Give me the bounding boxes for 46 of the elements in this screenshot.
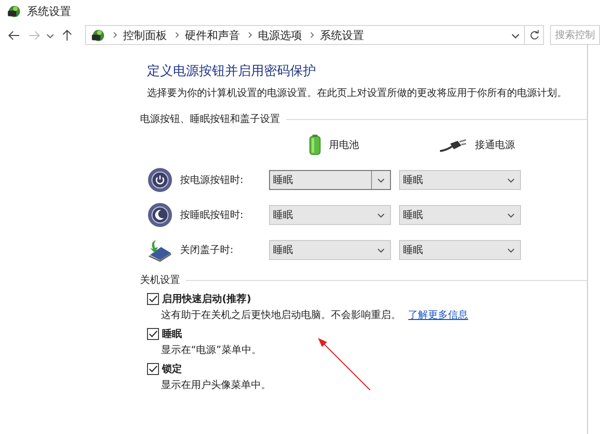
option-label: 启用快速启动(推荐)	[162, 292, 252, 306]
dropdown[interactable]: 睡眠	[399, 240, 521, 260]
breadcrumb-item[interactable]: 系统设置	[320, 28, 364, 42]
row-label: 关闭盖子时:	[180, 244, 234, 257]
section-title: 电源按钮、睡眠按钮和盖子设置	[140, 112, 280, 126]
row-label: 按睡眠按钮时:	[180, 208, 244, 222]
breadcrumb-item[interactable]: 控制面板	[123, 28, 168, 42]
section-title: 关机设置	[140, 274, 180, 287]
checkbox[interactable]	[147, 328, 159, 340]
chevron-icon	[310, 31, 316, 39]
checkbox[interactable]	[147, 293, 159, 305]
control-panel-icon	[90, 28, 106, 42]
search-field[interactable]: 搜索控制	[550, 25, 600, 45]
refresh-button[interactable]	[525, 25, 544, 45]
page-heading: 定义电源按钮并启用密码保护	[147, 63, 317, 80]
dropdown[interactable]: 睡眠	[399, 170, 521, 190]
dropdown[interactable]: 睡眠	[269, 170, 391, 190]
chevron-icon	[175, 31, 180, 39]
learn-more-link[interactable]: 了解更多信息	[408, 310, 468, 321]
annotation-arrow	[316, 336, 372, 392]
chevron-icon	[113, 31, 118, 39]
breadcrumb-item[interactable]: 硬件和声音	[185, 28, 240, 42]
column-label: 接通电源	[475, 138, 515, 152]
refresh-icon	[528, 30, 540, 40]
checkbox[interactable]	[147, 363, 159, 375]
breadcrumb-item[interactable]: 电源选项	[258, 28, 302, 42]
dropdown[interactable]: 睡眠	[269, 205, 391, 225]
chevron-icon	[248, 31, 254, 39]
option-label: 睡眠	[162, 328, 182, 341]
moon-button-icon	[147, 202, 173, 228]
control-panel-icon	[6, 4, 21, 18]
option-description: 这有助于在关机之后更快地启动电脑。不会影响重启。	[161, 310, 401, 321]
description-text: 选择要为你的计算机设置的电源设置。在此页上对设置所做的更改将应用于你所有的电源计划。	[147, 86, 568, 100]
option-description: 显示在“电源”菜单中。	[161, 345, 262, 356]
option-label: 锁定	[162, 362, 182, 376]
dropdown[interactable]: 睡眠	[399, 205, 521, 225]
window-title: 系统设置	[27, 4, 71, 18]
battery-icon	[309, 134, 321, 156]
column-label: 用电池	[329, 138, 359, 152]
dropdown[interactable]: 睡眠	[269, 240, 391, 260]
option-description: 显示在用户头像菜单中。	[161, 380, 271, 391]
laptop-icon	[147, 237, 173, 263]
address-bar[interactable]: 控制面板 硬件和声音 电源选项 系统设置	[85, 25, 526, 45]
row-label: 按电源按钮时:	[180, 174, 244, 187]
power-button-icon	[147, 167, 173, 193]
power-plug-icon	[439, 138, 467, 152]
